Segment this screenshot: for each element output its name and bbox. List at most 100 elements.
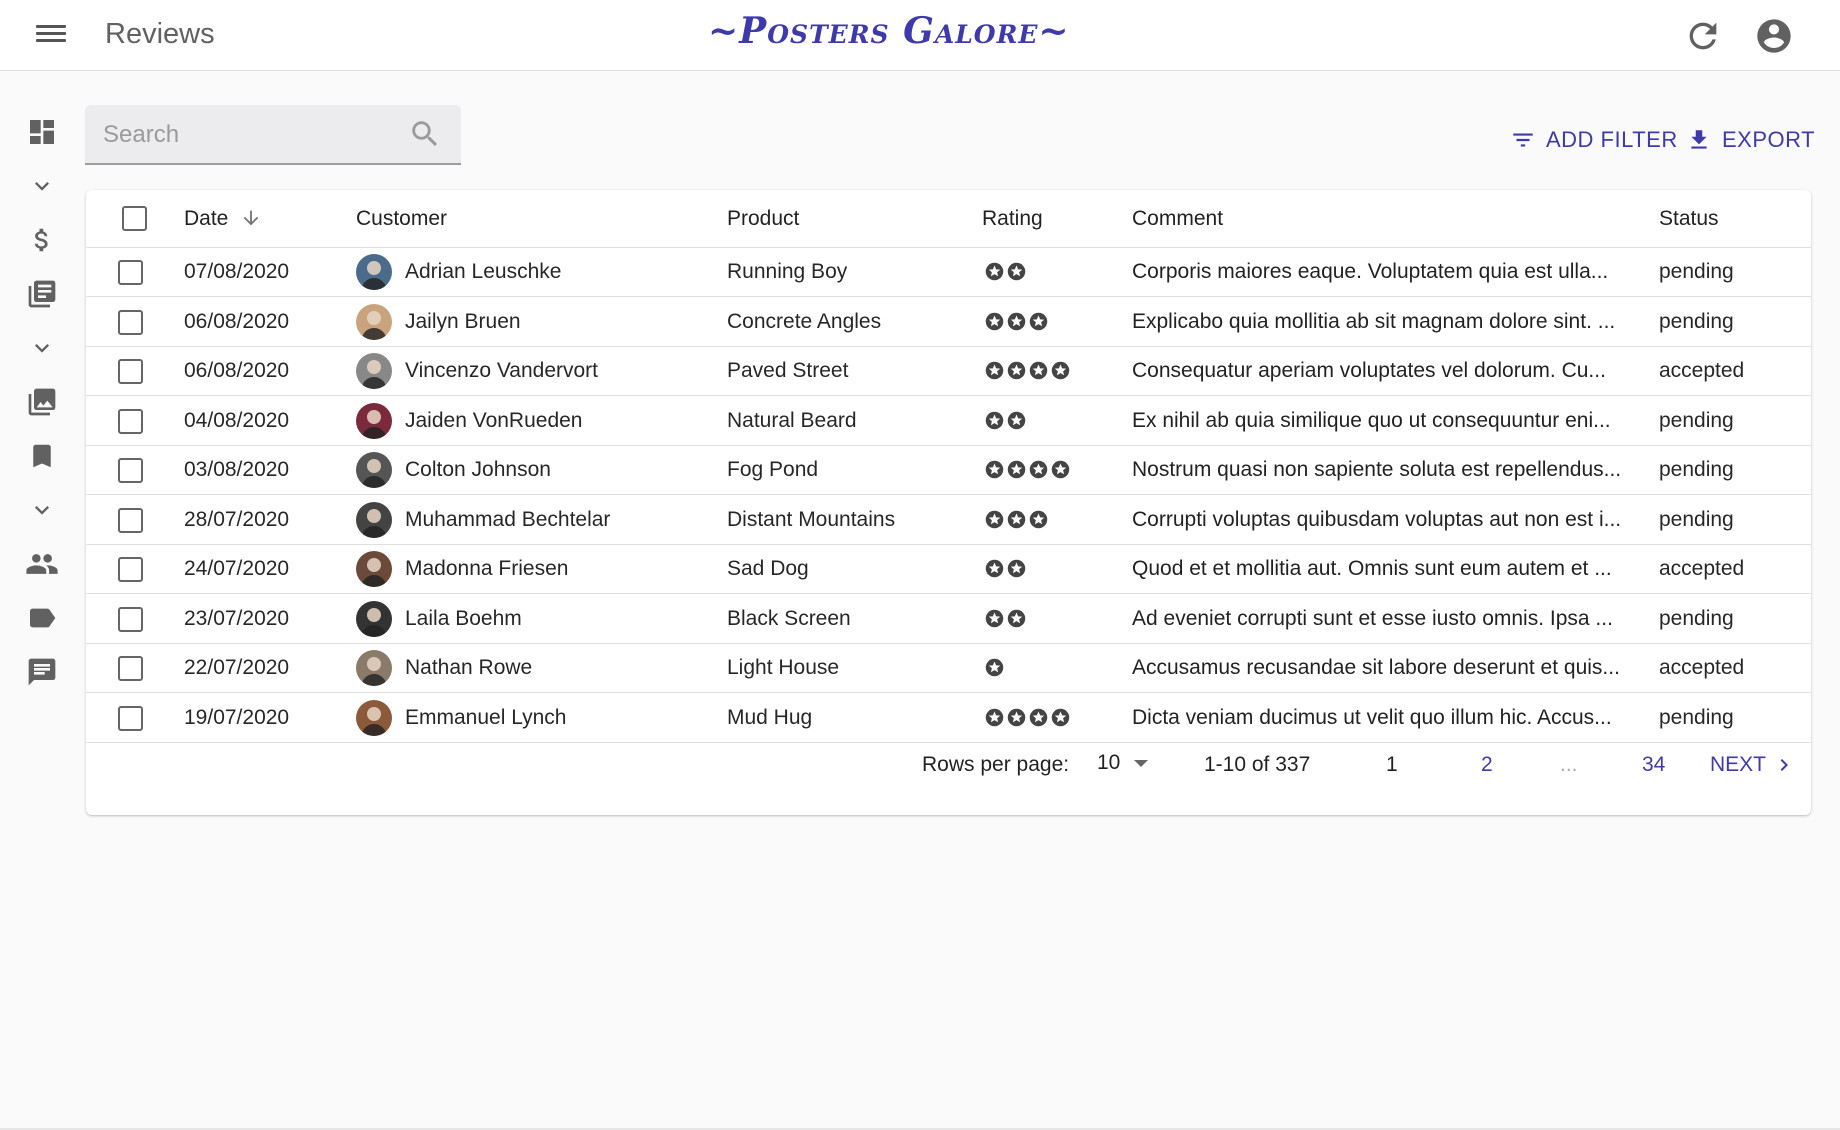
- customer-link[interactable]: Muhammad Bechtelar: [405, 508, 610, 532]
- add-filter-button[interactable]: ADD FILTER: [1510, 124, 1678, 156]
- rows-per-page-select[interactable]: 10: [1097, 751, 1149, 775]
- avatar: [356, 402, 392, 439]
- row-checkbox[interactable]: [118, 260, 143, 285]
- row-checkbox[interactable]: [118, 458, 143, 483]
- star-icon: [985, 708, 1004, 726]
- receipt-list-icon[interactable]: [24, 276, 60, 312]
- rows-per-page-value: 10: [1097, 751, 1121, 774]
- chevron-right-icon: [1780, 759, 1789, 771]
- photo-library-icon[interactable]: [24, 384, 60, 420]
- date-cell: 06/08/2020: [184, 359, 290, 382]
- comment-column-header: Comment: [1132, 207, 1224, 230]
- label-tag-icon[interactable]: [24, 600, 60, 636]
- comment-cell: Corrupti voluptas quibusdam voluptas aut…: [1132, 507, 1622, 531]
- product-column-header[interactable]: Product: [727, 207, 799, 231]
- table-row[interactable]: 06/08/2020 Jailyn Bruen Concrete Angles Exp…: [86, 298, 1811, 347]
- chevron-down-icon[interactable]: [24, 168, 60, 204]
- table-row[interactable]: 24/07/2020 Madonna Friesen Sad Dog Quod et …: [86, 545, 1811, 594]
- date-cell: 06/08/2020: [184, 309, 290, 333]
- table-row[interactable]: 06/08/2020 Vincenzo Vandervort Paved Stree…: [86, 347, 1811, 396]
- table-row[interactable]: 07/08/2020 Adrian Leuschke Running Boy Corp…: [86, 248, 1811, 297]
- table-row[interactable]: 23/07/2020 Laila Boehm Black Screen Ad even…: [86, 595, 1811, 644]
- date-cell: 22/07/2020: [184, 656, 290, 679]
- people-icon[interactable]: [24, 546, 60, 582]
- row-checkbox[interactable]: [118, 656, 143, 681]
- page-34-link[interactable]: 34: [1642, 753, 1665, 777]
- product-link[interactable]: Distant Mountains: [727, 508, 895, 532]
- chevron-down-icon[interactable]: [24, 330, 60, 366]
- customer-link[interactable]: Laila Boehm: [405, 607, 522, 631]
- comment-cell: Consequatur aperiam voluptates vel dolor…: [1132, 359, 1606, 382]
- row-checkbox[interactable]: [118, 408, 143, 434]
- table-row[interactable]: 03/08/2020 Colton Johnson Fog Pond Nostrum …: [86, 446, 1811, 495]
- row-checkbox[interactable]: [118, 705, 143, 731]
- search-field[interactable]: [85, 105, 461, 165]
- customer-link[interactable]: Jaiden VonRueden: [405, 409, 583, 433]
- row-checkbox[interactable]: [118, 309, 143, 335]
- product-link[interactable]: Concrete Angles: [727, 310, 881, 334]
- search-input[interactable]: [103, 117, 403, 153]
- row-checkbox[interactable]: [118, 507, 143, 533]
- row-checkbox[interactable]: [118, 606, 143, 632]
- product-link[interactable]: Sad Dog: [727, 557, 809, 581]
- comment-cell: Ad eveniet corrupti sunt et esse iusto o…: [1132, 606, 1613, 630]
- row-checkbox[interactable]: [118, 359, 143, 384]
- product-link[interactable]: Mud Hug: [727, 706, 812, 730]
- next-page-button[interactable]: NEXT: [1710, 753, 1796, 777]
- caret-down-icon: [1134, 759, 1149, 767]
- customer-column-header[interactable]: Customer: [356, 207, 447, 231]
- customer-link[interactable]: Adrian Leuschke: [405, 260, 561, 284]
- rating-column-header[interactable]: Rating: [982, 207, 1043, 231]
- select-all-checkbox[interactable]: [122, 206, 147, 231]
- rating-stars: [984, 707, 1071, 729]
- refresh-icon[interactable]: [1683, 16, 1723, 56]
- search-icon[interactable]: [408, 117, 442, 151]
- page-2-link[interactable]: 2: [1481, 753, 1493, 777]
- product-link[interactable]: Black Screen: [727, 607, 851, 631]
- rows-per-page-label: Rows per page:: [922, 753, 1070, 776]
- customer-link[interactable]: Jailyn Bruen: [405, 310, 521, 334]
- product-link[interactable]: Running Boy: [727, 260, 847, 284]
- star-icon: [985, 609, 1004, 627]
- status-column-header[interactable]: Status: [1659, 207, 1719, 231]
- comment-icon[interactable]: [24, 654, 60, 690]
- customer-link[interactable]: Nathan Rowe: [405, 656, 532, 680]
- table-row[interactable]: 04/08/2020 Jaiden VonRueden Natural Beard E…: [86, 397, 1811, 446]
- product-link[interactable]: Paved Street: [727, 359, 848, 383]
- star-icon: [985, 361, 1004, 380]
- avatar: [356, 452, 392, 488]
- star-icon: [1029, 460, 1048, 479]
- rating-stars: [984, 657, 1005, 679]
- dollar-icon[interactable]: [24, 222, 60, 258]
- product-link[interactable]: Fog Pond: [727, 458, 818, 482]
- customer-link[interactable]: Vincenzo Vandervort: [405, 359, 598, 383]
- rating-stars: [984, 509, 1049, 531]
- chevron-down-icon[interactable]: [24, 492, 60, 528]
- product-link[interactable]: Natural Beard: [727, 409, 857, 433]
- menu-icon[interactable]: [36, 22, 66, 48]
- date-cell: 23/07/2020: [184, 606, 290, 630]
- export-button[interactable]: EXPORT: [1686, 124, 1815, 156]
- account-circle-icon[interactable]: [1754, 16, 1794, 56]
- status-cell: accepted: [1659, 359, 1745, 382]
- table-row[interactable]: 19/07/2020 Emmanuel Lynch Mud Hug Dicta ven…: [86, 694, 1811, 743]
- arrow-down-icon: [243, 210, 259, 226]
- star-icon: [985, 559, 1004, 578]
- table-row[interactable]: 28/07/2020 Muhammad Bechtelar Distant Moun…: [86, 496, 1811, 545]
- customer-link[interactable]: Emmanuel Lynch: [405, 706, 566, 730]
- brand-logo: ~Posters Galore~: [708, 10, 1070, 52]
- status-cell: pending: [1659, 606, 1734, 630]
- product-link[interactable]: Light House: [727, 656, 839, 680]
- customer-link[interactable]: Madonna Friesen: [405, 557, 568, 581]
- customer-link[interactable]: Colton Johnson: [405, 458, 551, 482]
- date-cell: 24/07/2020: [184, 557, 290, 580]
- star-icon: [985, 411, 1004, 429]
- avatar: [356, 600, 392, 637]
- page-ellipsis: ...: [1560, 753, 1578, 776]
- status-cell: accepted: [1659, 557, 1745, 580]
- table-row[interactable]: 22/07/2020 Nathan Rowe Light House Accusamu…: [86, 644, 1811, 693]
- dashboard-icon[interactable]: [24, 114, 60, 150]
- row-checkbox[interactable]: [118, 557, 143, 582]
- bookmark-icon[interactable]: [24, 438, 60, 474]
- date-column-header[interactable]: Date: [184, 207, 262, 231]
